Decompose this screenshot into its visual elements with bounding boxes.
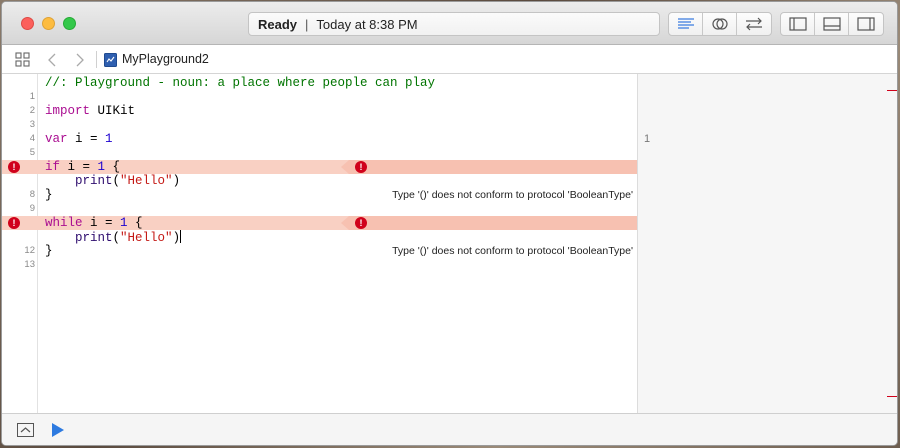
run-playground-button[interactable] xyxy=(51,422,65,438)
code-text: //: Playground - noun: a place where peo… xyxy=(45,76,436,90)
code-line[interactable]: 10 xyxy=(2,202,637,228)
code-line[interactable]: 12 print("Hello") xyxy=(2,230,637,256)
standard-editor-icon xyxy=(677,18,694,29)
status-separator: | xyxy=(305,16,309,32)
text-cursor xyxy=(180,230,182,243)
code-line[interactable]: 4 xyxy=(2,118,637,144)
code-text: import UIKit xyxy=(45,104,136,118)
close-window-button[interactable] xyxy=(21,17,34,30)
code-line[interactable]: 6 xyxy=(2,146,637,172)
error-marker xyxy=(887,90,897,91)
inline-error-message[interactable]: ! Type '()' does not conform to protocol… xyxy=(340,160,637,201)
status-time: Today at 8:38 PM xyxy=(316,16,418,32)
view-panels-segmented-control xyxy=(780,12,884,36)
right-panel-icon xyxy=(857,17,875,31)
code-text: print("Hello") xyxy=(75,230,182,245)
error-icon: ! xyxy=(354,217,367,229)
chevron-left-icon xyxy=(48,53,56,66)
activity-status-box: Ready | Today at 8:38 PM xyxy=(248,12,660,36)
back-button[interactable] xyxy=(46,52,58,67)
minimize-window-button[interactable] xyxy=(42,17,55,30)
results-sidebar: 1 xyxy=(637,74,897,413)
debug-bar xyxy=(2,413,897,445)
chevron-right-icon xyxy=(76,53,84,66)
show-debug-area-button[interactable] xyxy=(17,423,34,437)
code-line[interactable]: 9 } xyxy=(2,188,637,214)
related-items-button[interactable] xyxy=(15,52,30,67)
error-gutter-icon[interactable]: ! xyxy=(8,217,20,229)
code-text: while i = 1 { xyxy=(45,216,143,230)
standard-editor-button[interactable] xyxy=(669,13,703,35)
code-line[interactable]: 1 //: Playground - noun: a place where p… xyxy=(2,76,637,102)
code-text: } xyxy=(45,188,53,202)
playground-file-icon xyxy=(104,53,117,67)
code-line[interactable]: 3 import UIKit xyxy=(2,104,637,130)
editor-mode-segmented-control xyxy=(668,12,772,36)
jump-bar: MyPlayground2 xyxy=(2,45,897,74)
code-text: if i = 1 { xyxy=(45,160,121,174)
grid-icon xyxy=(15,52,30,67)
line-number: 13 xyxy=(24,259,35,270)
result-value[interactable]: 1 xyxy=(644,132,650,146)
version-editor-button[interactable] xyxy=(737,13,771,35)
code-line[interactable]: 5 var i = 1 xyxy=(2,132,637,158)
left-panel-icon xyxy=(788,17,807,31)
code-editor[interactable]: 1 //: Playground - noun: a place where p… xyxy=(2,74,637,413)
forward-button[interactable] xyxy=(74,52,86,67)
playground-window: Ready | Today at 8:38 PM MyPlayground2 1… xyxy=(1,1,898,446)
error-icon: ! xyxy=(354,161,367,173)
code-text: print("Hello") xyxy=(75,174,181,188)
code-line-error[interactable]: ! 11 while i = 1 { ! Type '()' does not … xyxy=(2,216,637,257)
toggle-utilities-button[interactable] xyxy=(849,13,883,35)
code-line-error[interactable]: ! 7 if i = 1 { ! Type '()' does not conf… xyxy=(2,160,637,201)
assistant-editor-button[interactable] xyxy=(703,13,737,35)
code-text: var i = 1 xyxy=(45,132,113,146)
code-line[interactable]: 8 print("Hello") xyxy=(2,174,637,200)
code-line[interactable]: 2 xyxy=(2,90,637,116)
jump-bar-file-name[interactable]: MyPlayground2 xyxy=(122,52,209,66)
inline-error-message[interactable]: ! Type '()' does not conform to protocol… xyxy=(340,216,637,257)
title-bar: Ready | Today at 8:38 PM xyxy=(2,2,897,45)
status-state: Ready xyxy=(258,16,298,32)
version-editor-icon xyxy=(746,17,762,31)
code-line[interactable]: 13 } xyxy=(2,244,637,270)
jump-bar-divider xyxy=(96,51,97,68)
toggle-navigator-button[interactable] xyxy=(781,13,815,35)
error-marker xyxy=(887,396,897,397)
error-gutter-icon[interactable]: ! xyxy=(8,161,20,173)
assistant-editor-icon xyxy=(711,18,728,30)
bottom-panel-icon xyxy=(822,17,841,31)
toggle-debug-area-button[interactable] xyxy=(815,13,849,35)
code-text: } xyxy=(45,244,53,258)
zoom-window-button[interactable] xyxy=(63,17,76,30)
